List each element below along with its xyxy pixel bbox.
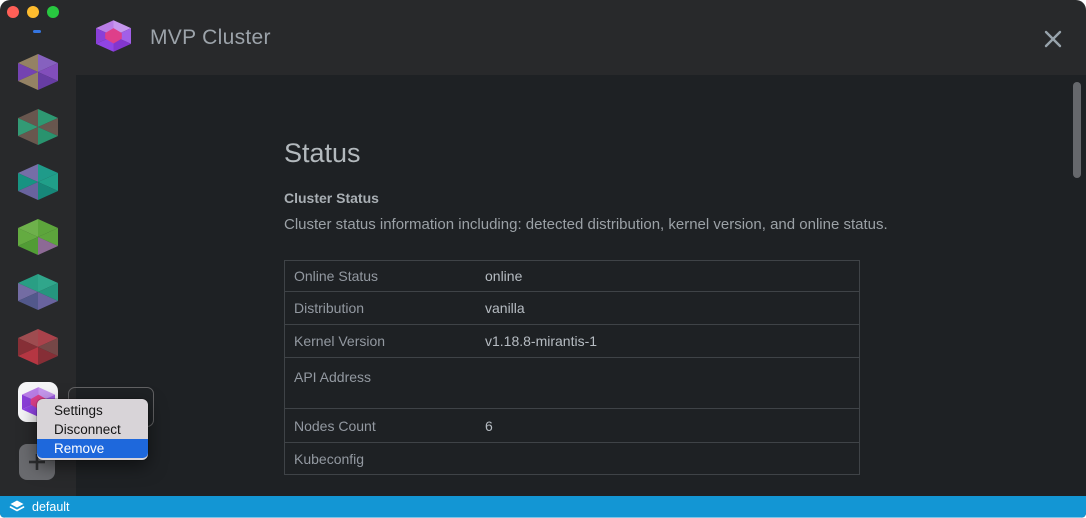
cluster-icon-wrap-cluster-3[interactable] [18,164,58,200]
cluster-icon-cluster-3[interactable] [18,164,58,200]
cluster-icon-wrap-cluster-1[interactable] [18,54,58,90]
cluster-slot-cluster-3 [0,154,76,209]
cluster-icon-wrap-cluster-5[interactable] [18,274,58,310]
cluster-slot-cluster-6 [0,319,76,374]
cluster-icon-cluster-4[interactable] [18,219,58,255]
close-icon [1039,25,1067,53]
row-label: API Address [285,358,485,385]
context-menu: SettingsDisconnectRemove [37,399,148,460]
row-label: Kubeconfig [285,451,485,467]
layers-icon [9,499,25,515]
scrollbar-thumb[interactable] [1073,82,1081,178]
cluster-slot-cluster-2 [0,99,76,154]
cluster-slot-cluster-5 [0,264,76,319]
row-value: online [485,268,522,284]
table-row: Nodes Count6 [285,409,859,443]
row-label: Distribution [285,300,485,316]
close-button[interactable] [1039,25,1067,53]
row-value: v1.18.8-mirantis-1 [485,333,597,349]
page-title: Status [284,138,1086,169]
row-label: Nodes Count [285,418,485,434]
table-row: Distributionvanilla [285,292,859,325]
active-indicator [33,30,41,33]
cluster-icon-wrap-cluster-4[interactable] [18,219,58,255]
menu-item-disconnect[interactable]: Disconnect [37,420,148,439]
window-title: MVP Cluster [150,26,271,50]
table-row: Kubeconfig [285,443,859,474]
cluster-sidebar [0,44,76,429]
cluster-slot-cluster-1 [0,44,76,99]
cluster-icon-cluster-1[interactable] [18,54,58,90]
row-value: vanilla [485,300,525,316]
traffic-light-zoom[interactable] [47,6,59,18]
status-bar-label: default [32,500,70,514]
cluster-logo-icon [96,20,131,52]
table-row: Online Statusonline [285,261,859,292]
menu-item-settings[interactable]: Settings [37,401,148,420]
section-description: Cluster status information including: de… [284,216,1086,233]
cluster-status-table: Online StatusonlineDistributionvanillaKe… [284,260,860,475]
table-row: API Address [285,358,859,409]
traffic-light-minimize[interactable] [27,6,39,18]
app-window: MVP Cluster Status Cluster Status Cluste… [0,0,1086,518]
cluster-icon-cluster-2[interactable] [18,109,58,145]
section-title: Cluster Status [284,190,1086,206]
row-label: Kernel Version [285,333,485,349]
menu-item-remove[interactable]: Remove [37,439,148,458]
traffic-lights [7,6,59,18]
cluster-slot-cluster-4 [0,209,76,264]
row-value: 6 [485,418,493,434]
table-row: Kernel Versionv1.18.8-mirantis-1 [285,325,859,358]
cluster-icon-wrap-cluster-2[interactable] [18,109,58,145]
row-label: Online Status [285,268,485,284]
cluster-settings-panel: Status Cluster Status Cluster status inf… [76,75,1086,496]
cluster-icon-cluster-5[interactable] [18,274,58,310]
cluster-icon-cluster-6[interactable] [18,329,58,365]
traffic-light-close[interactable] [7,6,19,18]
namespace-status-bar[interactable]: default [0,496,1086,518]
cluster-icon-wrap-cluster-6[interactable] [18,329,58,365]
